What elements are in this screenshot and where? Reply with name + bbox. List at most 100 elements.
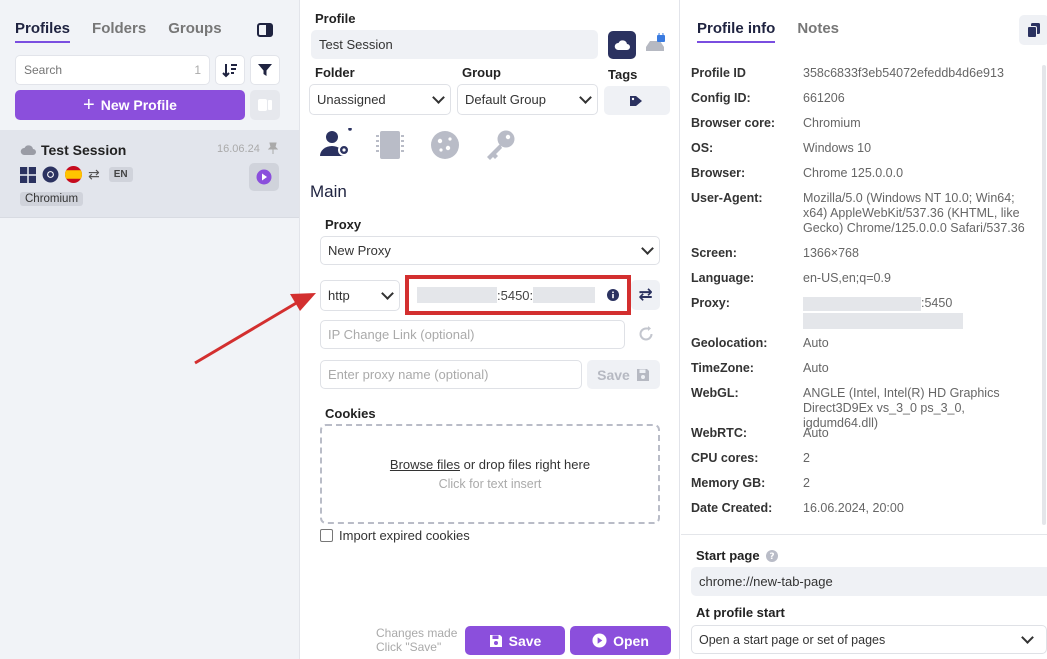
ip-change-input[interactable]: IP Change Link (optional) — [320, 320, 625, 349]
tab-profiles[interactable]: Profiles — [15, 20, 71, 43]
tab-folders[interactable]: Folders — [92, 20, 146, 43]
tab-cookies[interactable] — [429, 129, 461, 164]
proxy-name-input[interactable]: Enter proxy name (optional) — [320, 360, 582, 389]
info-key: User-Agent: — [691, 191, 763, 205]
chevron-down-icon — [432, 90, 445, 104]
info-icon[interactable] — [607, 289, 619, 301]
svg-text:?: ? — [769, 552, 774, 562]
cloud-save-button[interactable] — [608, 31, 636, 59]
profile-info-panel: Profile info Notes Profile ID 358c6833f3e… — [681, 0, 1047, 659]
tab-main[interactable] — [320, 127, 354, 163]
info-value[interactable]: en-US,en;q=0.9 — [803, 271, 1038, 286]
new-profile-label: New Profile — [100, 97, 177, 113]
folder-select[interactable]: Unassigned — [309, 84, 451, 115]
at-profile-start-select[interactable]: Open a start page or set of pages — [691, 625, 1047, 654]
info-key: Proxy: — [691, 296, 730, 310]
changes-line2: Click "Save" — [376, 640, 442, 654]
info-value: :5450 — [921, 296, 953, 310]
run-profile-button[interactable] — [249, 163, 279, 191]
profile-list-item[interactable]: Test Session 16.06.24 ⇄ EN Chromium — [0, 130, 299, 218]
search-input[interactable] — [24, 63, 174, 77]
info-key: TimeZone: — [691, 361, 754, 375]
save-proxy-button[interactable]: Save — [587, 360, 660, 389]
info-value[interactable]: ANGLE (Intel, Intel(R) HD Graphics Direc… — [803, 386, 1038, 431]
chevron-down-icon — [579, 90, 592, 104]
tags-icon — [630, 95, 642, 106]
cloud-icon — [20, 144, 36, 155]
key-icon — [487, 130, 515, 160]
save-button[interactable]: Save — [465, 626, 565, 655]
filter-button[interactable] — [250, 55, 280, 85]
pin-icon[interactable] — [268, 142, 278, 154]
tags-button[interactable] — [604, 86, 670, 115]
info-value[interactable]: Windows 10 — [803, 141, 1038, 156]
info-value[interactable]: Auto — [803, 336, 1038, 351]
info-value[interactable]: 661206 — [803, 91, 1038, 106]
blurred-host — [417, 287, 497, 303]
click-insert-text: Click for text insert — [438, 477, 542, 491]
play-icon — [592, 633, 607, 648]
import-expired-row: Import expired cookies — [320, 528, 470, 543]
tab-groups[interactable]: Groups — [168, 20, 221, 43]
tab-profile-info[interactable]: Profile info — [697, 20, 776, 43]
local-storage-button[interactable] — [643, 31, 669, 57]
at-profile-start-value: Open a start page or set of pages — [699, 632, 886, 647]
browse-files-link[interactable]: Browse files — [390, 457, 460, 472]
info-row: TimeZone: Auto — [691, 361, 1047, 376]
info-row: Geolocation: Auto — [691, 336, 1047, 351]
sort-button[interactable] — [215, 55, 245, 85]
tab-hardware[interactable] — [374, 129, 406, 164]
info-row: Config ID: 661206 — [691, 91, 1047, 106]
info-value[interactable]: 16.06.2024, 20:00 — [803, 501, 1038, 516]
check-proxy-button[interactable]: ⇄ — [631, 280, 660, 310]
tab-notes[interactable]: Notes — [797, 20, 839, 43]
info-key: Geolocation: — [691, 336, 768, 350]
info-value[interactable]: 2 — [803, 476, 1038, 491]
info-tabs: Profile info Notes — [697, 20, 839, 43]
info-row: WebGL: ANGLE (Intel, Intel(R) HD Graphics… — [691, 386, 1047, 431]
info-key: Profile ID — [691, 66, 746, 80]
info-value[interactable]: 2 — [803, 451, 1038, 466]
divider — [681, 534, 1047, 535]
start-page-input[interactable]: chrome://new-tab-page — [691, 567, 1047, 596]
profile-name-input[interactable]: Test Session — [311, 30, 598, 59]
info-value[interactable]: Mozilla/5.0 (Windows NT 10.0; Win64; x64… — [803, 191, 1038, 236]
start-page-header: Start page ? — [696, 548, 778, 563]
batch-button[interactable] — [250, 90, 280, 120]
info-value[interactable]: Chrome 125.0.0.0 — [803, 166, 1038, 181]
toggle-panel-button[interactable] — [252, 18, 278, 42]
info-key: Config ID: — [691, 91, 751, 105]
info-value[interactable]: 1366×768 — [803, 246, 1038, 261]
info-key: CPU cores: — [691, 451, 759, 465]
save-proxy-label: Save — [597, 366, 630, 383]
ip-change-placeholder: IP Change Link (optional) — [328, 327, 475, 342]
copy-button[interactable] — [1019, 15, 1047, 45]
profile-name-value: Test Session — [319, 37, 393, 52]
plus-icon: + — [83, 94, 95, 116]
blurred-credentials — [533, 287, 596, 303]
protocol-select[interactable]: http — [320, 280, 400, 311]
refresh-button[interactable] — [638, 326, 654, 345]
chevron-down-icon — [381, 286, 394, 300]
info-value-proxy[interactable]: :5450 — [803, 296, 1038, 329]
proxy-select[interactable]: New Proxy — [320, 236, 660, 265]
group-select[interactable]: Default Group — [457, 84, 598, 115]
help-icon[interactable]: ? — [765, 549, 778, 562]
info-row: Language: en-US,en;q=0.9 — [691, 271, 1047, 286]
start-page-value: chrome://new-tab-page — [699, 574, 833, 589]
cookies-dropzone[interactable]: Browse files or drop files right here Cl… — [320, 424, 660, 524]
info-value[interactable]: 358c6833f3eb54072efeddb4d6e913 — [803, 66, 1038, 81]
save-label: Save — [508, 632, 542, 649]
info-value[interactable]: Chromium — [803, 116, 1038, 131]
info-key: Screen: — [691, 246, 737, 260]
changes-line1: Changes made — [376, 626, 458, 640]
info-value[interactable]: Auto — [803, 426, 1038, 441]
info-key: Memory GB: — [691, 476, 766, 490]
open-button[interactable]: Open — [570, 626, 671, 655]
tab-credentials[interactable] — [483, 129, 517, 164]
new-profile-button[interactable]: + New Profile — [15, 90, 245, 120]
info-key: Date Created: — [691, 501, 773, 515]
proxy-address-input[interactable]: :5450: — [413, 281, 623, 309]
info-value[interactable]: Auto — [803, 361, 1038, 376]
import-expired-checkbox[interactable] — [320, 529, 333, 542]
